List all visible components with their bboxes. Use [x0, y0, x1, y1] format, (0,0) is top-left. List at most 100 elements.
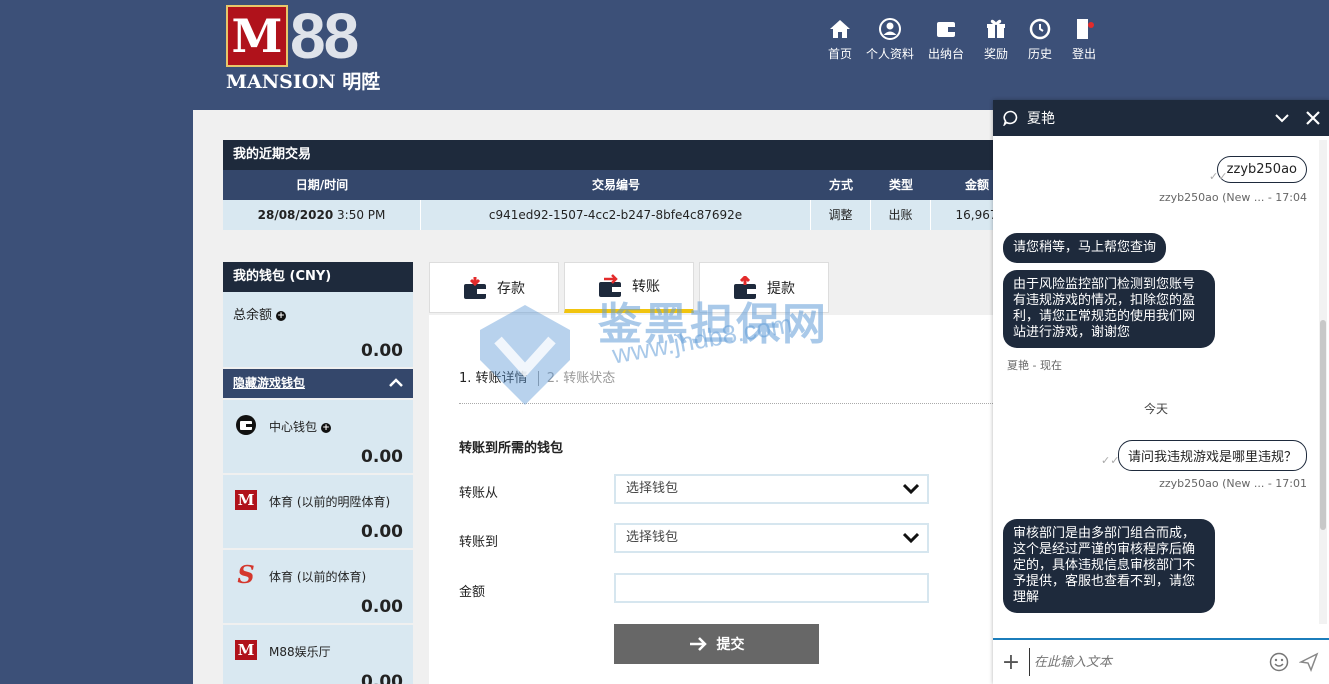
nav-home[interactable]: 首页	[818, 17, 862, 62]
from-wallet-value: 选择钱包	[626, 481, 679, 496]
emoji-icon[interactable]	[1269, 652, 1289, 672]
read-ticks-icon: ✓✓	[1209, 170, 1228, 183]
cashier-tabs: 存款 转账 提款	[429, 262, 834, 313]
cell-time: 3:50 PM	[337, 208, 386, 222]
logout-icon	[1077, 19, 1094, 39]
plus-circle-icon[interactable]: +	[276, 311, 287, 321]
chevron-down-icon	[903, 483, 919, 495]
wallet-item-sports-s[interactable]: S 体育 (以前的体育) 0.00	[223, 550, 413, 623]
submit-button[interactable]: 提交	[614, 624, 819, 664]
m88-logo-icon: M	[233, 489, 259, 511]
home-icon	[830, 20, 850, 38]
chat-header: 夏艳	[993, 100, 1329, 136]
nav-rewards-label: 奖励	[983, 47, 1008, 61]
tab-transfer[interactable]: 转账	[564, 262, 694, 313]
recent-header-row: 日期/时间 交易编号 方式 类型 金额	[223, 170, 1023, 200]
deposit-icon	[464, 276, 486, 299]
recent-title: 我的近期交易	[223, 140, 1023, 170]
wallet-item-amount: 0.00	[361, 447, 403, 467]
tab-transfer-label: 转账	[632, 279, 660, 295]
total-amount: 0.00	[361, 341, 403, 361]
wallet-circle-icon	[233, 414, 259, 436]
cell-method: 调整	[811, 200, 871, 230]
nav-rewards[interactable]: 奖励	[974, 17, 1018, 62]
from-wallet-select[interactable]: 选择钱包	[614, 474, 929, 504]
wallet-item-label: 体育 (以前的体育)	[269, 570, 367, 584]
amount-input[interactable]	[614, 573, 929, 603]
chat-message-incoming: 审核部门是由多部门组合而成，这个是经过严谨的审核程序后确定的，具体违规信息审核部…	[1003, 519, 1215, 613]
chat-messages[interactable]: zzyb250ao ✓✓ zzyb250ao (New ... - 17:04 …	[993, 136, 1329, 636]
from-label: 转账从	[459, 486, 499, 501]
message-meta: 夏艳 - 现在	[1007, 359, 1062, 372]
nav-logout[interactable]: 登出	[1062, 17, 1106, 62]
scrollbar-thumb[interactable]	[1320, 320, 1326, 530]
read-ticks-icon: ✓✓	[1101, 454, 1120, 467]
nav-home-label: 首页	[827, 47, 852, 61]
cell-id: c941ed92-1507-4cc2-b247-8bfe4c87692e	[421, 200, 811, 230]
chat-input[interactable]	[1029, 648, 1269, 676]
chat-scrollbar[interactable]	[1319, 140, 1327, 624]
withdraw-icon	[734, 275, 756, 299]
close-icon[interactable]	[1305, 110, 1321, 126]
transfer-icon	[599, 274, 621, 297]
history-icon	[1029, 18, 1051, 40]
nav-profile[interactable]: 个人资料	[862, 17, 918, 62]
cell-date: 28/08/2020	[257, 208, 334, 222]
chat-bubble-icon	[1003, 110, 1018, 126]
wallet-title: 我的钱包 (CNY)	[223, 262, 413, 292]
hidden-wallets-toggle[interactable]: 隐藏游戏钱包	[223, 369, 413, 398]
plus-circle-icon[interactable]: +	[321, 423, 332, 433]
gift-icon	[987, 19, 1005, 38]
s-logo-icon: S	[237, 560, 255, 589]
step-details: 1. 转账详情	[459, 371, 528, 386]
tab-withdraw[interactable]: 提款	[699, 262, 829, 313]
wallet-item-sports-m[interactable]: M 体育 (以前的明陞体育) 0.00	[223, 475, 413, 548]
wallet-total: 总余额 + 0.00	[223, 292, 413, 367]
chat-agent-name: 夏艳	[1027, 111, 1055, 127]
chat-message-incoming: 请您稍等，马上帮您查询	[1003, 233, 1167, 263]
hidden-wallets-label: 隐藏游戏钱包	[233, 376, 306, 390]
tab-withdraw-label: 提款	[767, 280, 795, 297]
chat-message-outgoing: zzyb250ao	[1216, 156, 1307, 183]
wallet-sidebar: 我的钱包 (CNY) 总余额 + 0.00 隐藏游戏钱包 中心钱包 + 0.00 M…	[223, 262, 413, 684]
plus-icon[interactable]: +	[993, 650, 1029, 675]
col-id: 交易编号	[591, 178, 640, 192]
wallet-item-central[interactable]: 中心钱包 + 0.00	[223, 400, 413, 473]
message-meta: zzyb250ao (New ... - 17:01	[1159, 477, 1307, 490]
user-icon	[879, 18, 901, 40]
submit-label: 提交	[716, 636, 745, 652]
nav-profile-label: 个人资料	[865, 47, 914, 61]
cell-type: 出账	[871, 200, 931, 230]
message-meta: zzyb250ao (New ... - 17:04	[1159, 191, 1307, 204]
nav-cashier[interactable]: 出纳台	[918, 17, 974, 62]
m88-logo[interactable]: M 88 MANSION 明陞	[226, 0, 380, 93]
table-row[interactable]: 28/08/2020 3:50 PM c941ed92-1507-4cc2-b2…	[223, 200, 1023, 230]
wallet-item-amount: 0.00	[361, 522, 403, 542]
chevron-down-icon[interactable]	[1274, 110, 1290, 126]
logo-mark: M	[226, 5, 288, 67]
top-nav: 首页 个人资料 出纳台 奖励 历史 登出	[818, 17, 1106, 62]
wallet-item-label: 中心钱包	[269, 420, 318, 434]
send-icon[interactable]	[1299, 652, 1319, 672]
to-wallet-value: 选择钱包	[626, 530, 679, 545]
arrow-right-icon	[689, 637, 707, 651]
wallet-item-label: M88娱乐厅	[269, 645, 331, 659]
nav-history[interactable]: 历史	[1018, 17, 1062, 62]
wallet-item-casino[interactable]: M M88娱乐厅 0.00	[223, 625, 413, 684]
tab-deposit-label: 存款	[497, 280, 525, 297]
day-separator: 今天	[1143, 402, 1168, 416]
to-wallet-select[interactable]: 选择钱包	[614, 523, 929, 553]
nav-logout-label: 登出	[1071, 47, 1096, 61]
step-status: 2. 转账状态	[537, 371, 616, 386]
col-date: 日期/时间	[295, 178, 349, 192]
wallet-icon	[937, 22, 956, 37]
cell-datetime: 28/08/2020 3:50 PM	[223, 200, 421, 230]
main-panel: 我的近期交易 日期/时间 交易编号 方式 类型 金额 28/08/2020 3:…	[193, 110, 1133, 684]
tab-deposit[interactable]: 存款	[429, 262, 559, 313]
total-label: 总余额	[233, 308, 273, 323]
logo-text: MANSION 明陞	[226, 71, 381, 93]
nav-history-label: 历史	[1027, 47, 1052, 61]
form-title: 转账到所需的钱包	[459, 441, 564, 456]
col-type: 类型	[888, 178, 913, 192]
wallet-item-amount: 0.00	[361, 597, 403, 617]
